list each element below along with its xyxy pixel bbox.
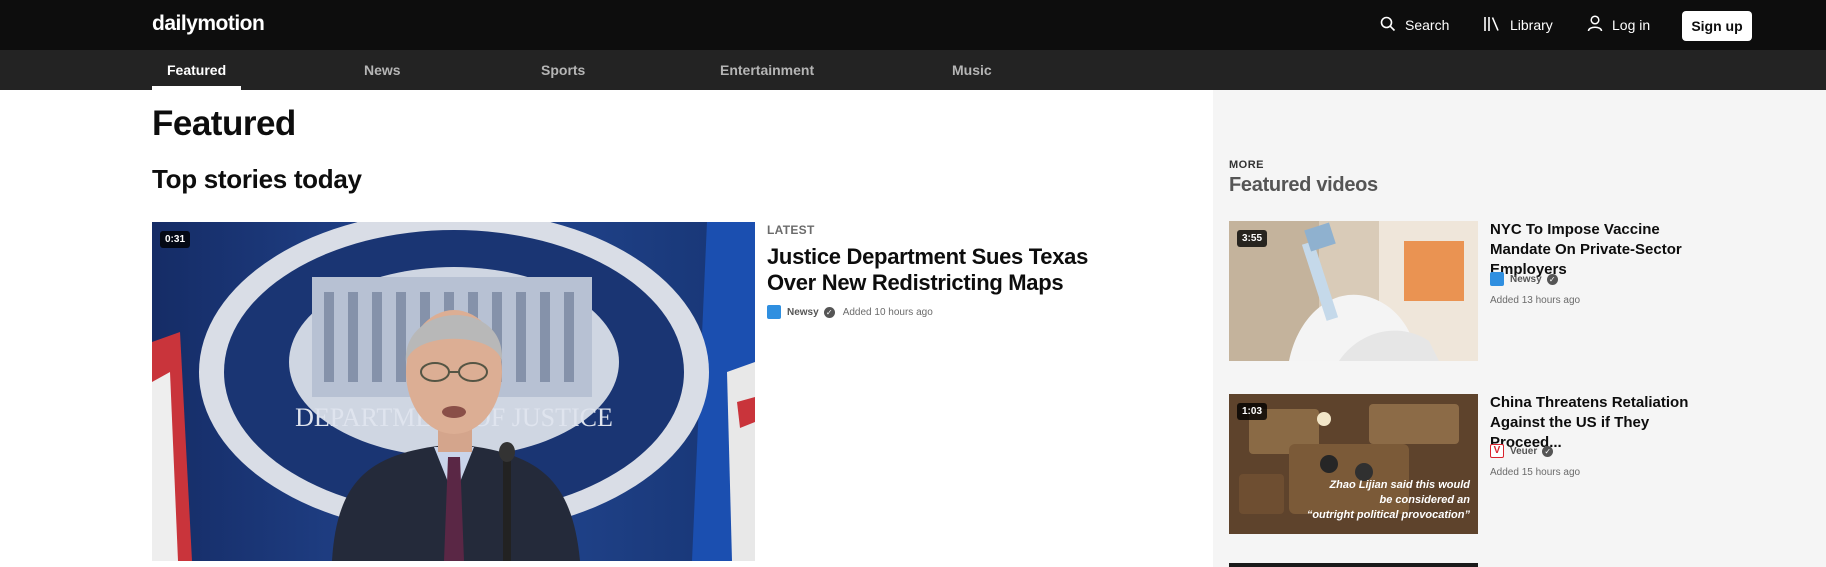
verified-icon: ✓ (1542, 445, 1554, 457)
page-title: Featured (152, 104, 296, 143)
section-title: Top stories today (152, 164, 362, 194)
video-meta-2: V Veuer ✓ (1490, 444, 1554, 458)
video-duration-1: 3:55 (1237, 230, 1268, 247)
user-icon (1587, 15, 1603, 35)
hero-channel-name[interactable]: Newsy (787, 307, 819, 318)
video-thumbnail-2[interactable]: 1:03 Zhao Lijian said this would be cons… (1229, 394, 1478, 534)
newsy-channel-icon[interactable] (767, 305, 781, 319)
search-button[interactable]: Search (1380, 0, 1449, 50)
hero-duration-badge: 0:31 (160, 231, 191, 248)
tab-sports[interactable]: Sports (541, 50, 585, 90)
library-button[interactable]: Library (1483, 0, 1553, 50)
signup-button[interactable]: Sign up (1682, 11, 1752, 41)
hero-kicker: LATEST (767, 223, 815, 237)
dailymotion-logo[interactable]: dailymotion (152, 12, 265, 36)
veuer-channel-icon[interactable]: V (1490, 444, 1504, 458)
video-channel-1[interactable]: Newsy (1510, 274, 1542, 285)
video-thumbnail-1[interactable]: 3:55 (1229, 221, 1478, 361)
sidebar-kicker: MORE (1229, 159, 1264, 171)
tab-featured[interactable]: Featured (167, 50, 226, 90)
search-label: Search (1405, 17, 1450, 33)
sidebar-title: Featured videos (1229, 174, 1378, 196)
hero-meta: Newsy ✓ Added 10 hours ago (767, 305, 933, 319)
video-channel-2[interactable]: Veuer (1510, 446, 1537, 457)
category-nav: Featured News Sports Entertainment Music (0, 50, 1826, 90)
verified-icon: ✓ (823, 306, 835, 318)
tab-news[interactable]: News (364, 50, 401, 90)
library-label: Library (1510, 17, 1553, 33)
video-added-2: Added 15 hours ago (1490, 467, 1581, 478)
login-button[interactable]: Log in (1587, 0, 1650, 50)
video-added-1: Added 13 hours ago (1490, 295, 1581, 306)
active-tab-indicator (152, 86, 241, 90)
video-duration-2: 1:03 (1237, 403, 1268, 420)
tab-entertainment[interactable]: Entertainment (720, 50, 814, 90)
hero-thumbnail-image: DEPARTMENT OF JUSTICE (152, 222, 755, 561)
video-title-link-1[interactable]: NYC To Impose Vaccine Mandate On Private… (1490, 220, 1720, 280)
hero-added-time: Added 10 hours ago (842, 306, 933, 318)
top-bar: dailymotion Search Library Log in Sign u… (0, 0, 1826, 50)
tab-music[interactable]: Music (952, 50, 992, 90)
video-thumbnail-3[interactable] (1229, 563, 1478, 567)
hero-video-thumbnail[interactable]: DEPARTMENT OF JUSTICE 0:31 (152, 222, 755, 561)
hero-title-link[interactable]: Justice Department Sues Texas Over New R… (767, 244, 1107, 296)
video-caption-2: Zhao Lijian said this would be considere… (1306, 479, 1470, 521)
video-meta-1: Newsy ✓ (1490, 272, 1558, 286)
search-icon (1380, 16, 1396, 35)
library-icon (1483, 16, 1501, 35)
newsy-channel-icon[interactable] (1490, 272, 1504, 286)
login-label: Log in (1612, 17, 1651, 33)
verified-icon: ✓ (1546, 273, 1558, 285)
